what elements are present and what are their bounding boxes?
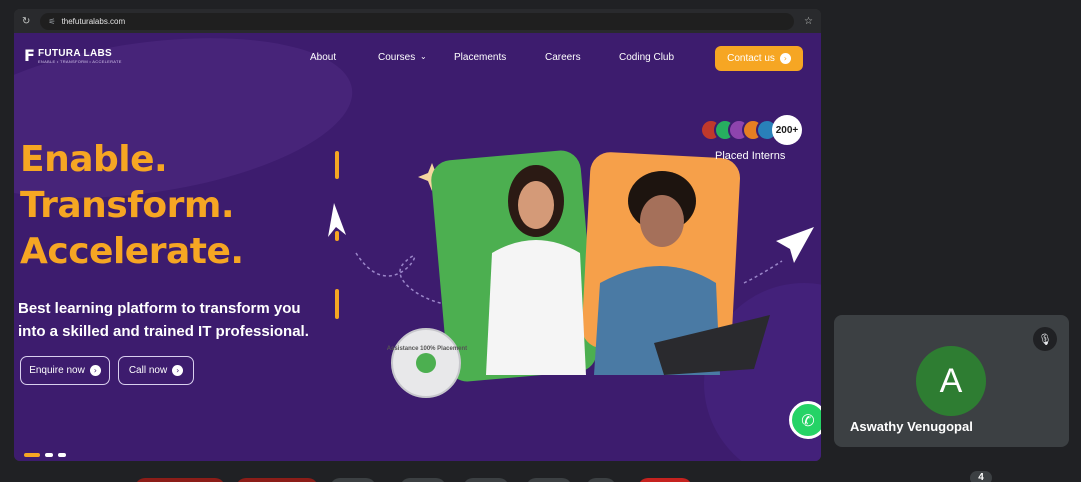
student-face — [640, 195, 684, 247]
hero-heading: Enable. Transform. Accelerate. — [20, 137, 244, 275]
slider-dot[interactable] — [45, 453, 53, 457]
call-now-label: Call now — [128, 365, 168, 376]
placement-badge-text: Assistance 100% Placement — [386, 346, 468, 352]
hero-line-2: Transform. — [20, 185, 235, 226]
control-button[interactable] — [330, 478, 376, 482]
star-icon[interactable]: ☆ — [804, 16, 813, 27]
hero-subtitle-line-2: into a skilled and trained IT profession… — [18, 323, 309, 340]
contact-us-label: Contact us — [727, 53, 775, 64]
paper-plane-icon — [328, 203, 346, 237]
enquire-now-label: Enquire now — [29, 365, 85, 376]
logo-tagline: ENABLE • TRANSFORM • ACCELERATE — [37, 58, 122, 64]
shared-screen: ↻ ⚟ thefuturalabs.com ☆ Ϝ FUTURA LABS EN… — [14, 9, 821, 461]
url-field[interactable]: ⚟ thefuturalabs.com — [40, 12, 795, 30]
student-face — [518, 181, 554, 229]
student-shirt — [486, 240, 586, 375]
url-text: thefuturalabs.com — [61, 16, 126, 26]
site-settings-icon[interactable]: ⚟ — [48, 17, 55, 26]
nav-careers[interactable]: Careers — [545, 52, 581, 63]
slider-dots — [24, 453, 66, 457]
call-now-button[interactable]: Call now › — [118, 356, 194, 385]
slider-dot[interactable] — [58, 453, 66, 457]
enquire-now-button[interactable]: Enquire now › — [20, 356, 110, 385]
control-button[interactable] — [236, 478, 318, 482]
whatsapp-icon[interactable]: ✆ — [789, 401, 821, 439]
nav-about[interactable]: About — [310, 52, 336, 63]
arrow-right-icon: › — [779, 53, 791, 64]
arrow-right-icon: › — [172, 365, 184, 376]
control-button[interactable] — [586, 478, 616, 482]
reload-icon[interactable]: ↻ — [22, 16, 30, 27]
slider-dot-active[interactable] — [24, 453, 40, 457]
hero-subtitle-line-1: Best learning platform to transform you — [18, 300, 301, 317]
people-count-badge: 4 — [970, 471, 992, 482]
chevron-down-icon[interactable]: ⌄ — [420, 52, 427, 61]
arrow-right-icon: › — [89, 365, 101, 376]
dotted-path — [743, 260, 783, 284]
logo-name: FUTURA LABS — [37, 47, 112, 59]
nav-placements[interactable]: Placements — [454, 52, 506, 63]
participant-name: Aswathy Venugopal — [850, 419, 973, 434]
interns-label: Placed Interns — [715, 150, 786, 162]
participant-avatar: A — [916, 346, 986, 416]
participant-tile[interactable]: 🎙 A Aswathy Venugopal — [834, 315, 1069, 447]
badge-center — [416, 353, 436, 373]
control-button[interactable] — [400, 478, 446, 482]
hero-line-1: Enable. — [20, 139, 168, 180]
nav-coding-club[interactable]: Coding Club — [619, 52, 674, 63]
hero-line-3: Accelerate. — [20, 231, 244, 272]
address-bar: ↻ ⚟ thefuturalabs.com ☆ — [14, 9, 821, 33]
control-button[interactable] — [135, 478, 225, 482]
interns-count: 200+ — [772, 115, 802, 145]
leave-call-button[interactable] — [638, 478, 692, 482]
nav-courses[interactable]: Courses — [378, 52, 415, 63]
website-page: Ϝ FUTURA LABS ENABLE • TRANSFORM • ACCEL… — [14, 33, 821, 461]
control-button[interactable] — [463, 478, 509, 482]
site-nav: Ϝ FUTURA LABS ENABLE • TRANSFORM • ACCEL… — [14, 33, 821, 85]
site-logo[interactable]: Ϝ FUTURA LABS ENABLE • TRANSFORM • ACCEL… — [24, 46, 122, 65]
contact-us-button[interactable]: Contact us › — [715, 46, 803, 71]
paper-plane-icon — [776, 227, 814, 263]
intern-avatars: 200+ — [700, 115, 802, 145]
hero-subtitle: Best learning platform to transform you … — [18, 297, 309, 343]
control-button[interactable] — [526, 478, 572, 482]
mic-off-icon: 🎙 — [1033, 327, 1057, 351]
hero-illustration — [328, 150, 814, 398]
logo-f-icon: Ϝ — [24, 46, 35, 65]
